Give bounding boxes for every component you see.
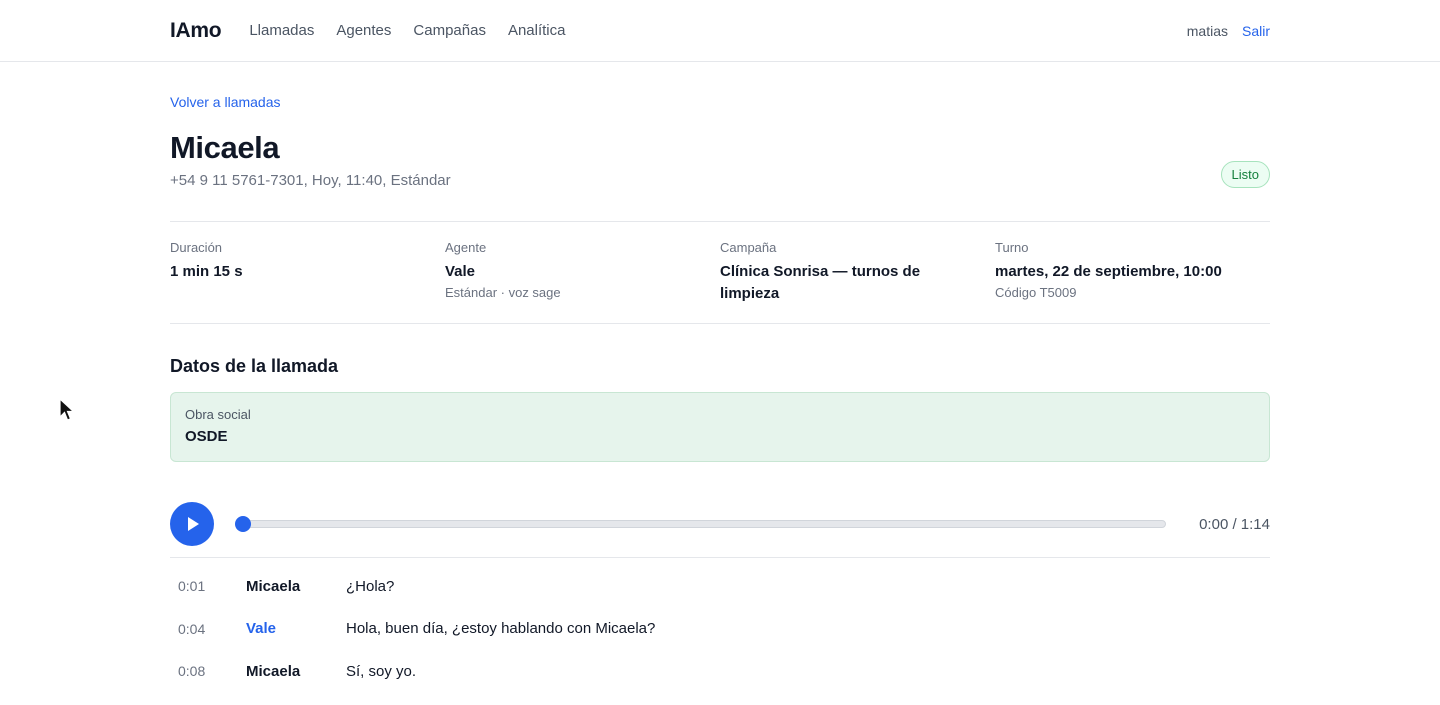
agent-value: Vale	[445, 263, 476, 280]
line-speaker: Micaela	[246, 577, 301, 595]
mouse-pointer-icon	[59, 398, 75, 421]
appointment-code: Código T5009	[995, 285, 1077, 300]
main-nav: Llamadas Agentes Campañas Analítica	[249, 22, 565, 39]
brand-logo[interactable]: IAmo	[170, 19, 222, 43]
line-speaker: Micaela	[246, 662, 301, 680]
transcript-line: 0:01 Micaela ¿Hola?	[170, 565, 1270, 608]
line-speaker: Vale	[246, 620, 277, 638]
agent-block: Agente Vale Estándar · voz sage	[445, 240, 720, 305]
duration-label: Duración	[170, 240, 223, 255]
campaign-label: Campaña	[720, 240, 777, 255]
field-label: Obra social	[185, 407, 251, 422]
call-detail-page: Volver a llamadas Micaela +54 9 11 5761-…	[0, 62, 1440, 693]
call-summary: Duración 1 min 15 s Agente Vale Estándar…	[170, 222, 1270, 324]
field-value: OSDE	[185, 428, 228, 445]
campaign-block: Campaña Clínica Sonrisa — turnos de limp…	[720, 240, 995, 305]
agent-voice: Estándar · voz sage	[445, 285, 561, 300]
top-navigation: IAmo Llamadas Agentes Campañas Analítica…	[0, 0, 1440, 62]
nav-campanas[interactable]: Campañas	[413, 22, 486, 39]
line-text: Sí, soy yo.	[346, 662, 417, 680]
appointment-block: Turno martes, 22 de septiembre, 10:00 Có…	[995, 240, 1270, 305]
page-title: Micaela	[170, 130, 280, 165]
status-badge: Listo	[1220, 161, 1270, 188]
duration-value: 1 min 15 s	[170, 263, 243, 280]
time-readout: 0:00 / 1:14	[1199, 515, 1270, 533]
progress-thumb[interactable]	[235, 516, 251, 532]
nav-analitica[interactable]: Analítica	[508, 22, 566, 39]
line-timestamp[interactable]: 0:08	[178, 663, 246, 679]
audio-player: 0:00 / 1:14	[170, 502, 1270, 546]
transcript-line: 0:04 Vale Hola, buen día, ¿estoy hablando …	[170, 608, 1270, 651]
line-timestamp[interactable]: 0:04	[178, 621, 246, 637]
line-timestamp[interactable]: 0:01	[178, 578, 246, 594]
transcript-line: 0:08 Micaela Sí, soy yo.	[170, 650, 1270, 693]
campaign-value: Clínica Sonrisa — turnos de limpieza	[720, 263, 921, 302]
line-text: ¿Hola?	[346, 577, 395, 595]
appointment-label: Turno	[995, 240, 1029, 255]
transcript: 0:01 Micaela ¿Hola? 0:04 Vale Hola, buen día,…	[170, 557, 1270, 693]
appointment-value: martes, 22 de septiembre, 10:00	[995, 263, 1222, 280]
call-meta: +54 9 11 5761-7301, Hoy, 11:40, Estándar	[170, 172, 451, 189]
logout-link[interactable]: Salir	[1242, 23, 1270, 39]
nav-llamadas[interactable]: Llamadas	[249, 22, 314, 39]
back-to-calls-link[interactable]: Volver a llamadas	[170, 94, 281, 110]
play-icon	[188, 517, 199, 531]
line-text: Hola, buen día, ¿estoy hablando con Mica…	[346, 620, 656, 638]
user-area: matias Salir	[1187, 23, 1270, 39]
duration-block: Duración 1 min 15 s	[170, 240, 445, 305]
play-button[interactable]	[170, 502, 214, 546]
agent-label: Agente	[445, 240, 487, 255]
audio-progress-slider[interactable]	[235, 516, 1166, 532]
call-data-title: Datos de la llamada	[170, 356, 339, 376]
nav-agentes[interactable]: Agentes	[336, 22, 391, 39]
call-data-field: Obra social OSDE	[170, 392, 1270, 462]
call-header: Micaela +54 9 11 5761-7301, Hoy, 11:40, …	[170, 130, 1270, 222]
username: matias	[1186, 22, 1228, 39]
